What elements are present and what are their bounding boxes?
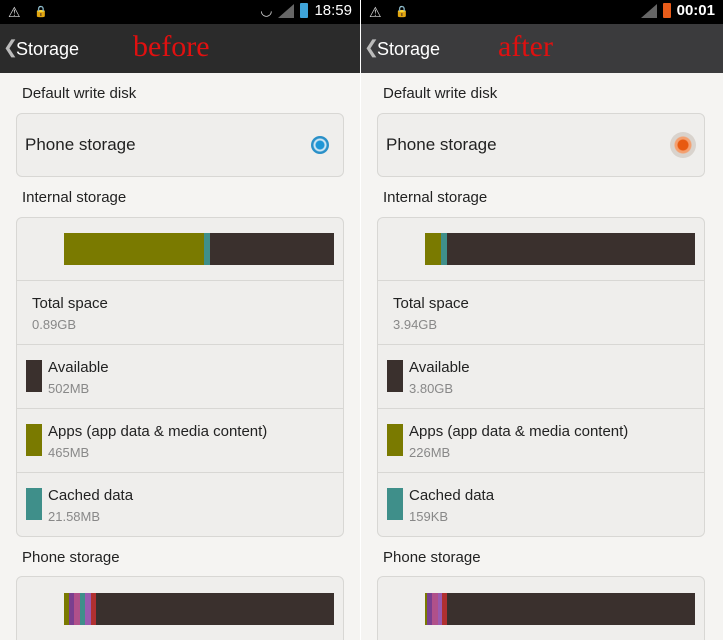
cached-row[interactable]: Cached data 21.58MB: [17, 473, 343, 536]
cached-swatch: [26, 488, 42, 520]
cached-row[interactable]: Cached data 159KB: [378, 473, 704, 536]
phone-storage-option[interactable]: Phone storage: [16, 113, 344, 177]
apps-label: Apps (app data & media content): [48, 423, 268, 440]
before-screen: ⚠ 🔒 ◡ 18:59 ❮ Storage before Default wri…: [0, 0, 360, 640]
status-bar: ⚠ 🔒 00:01: [361, 0, 723, 24]
available-swatch: [387, 360, 403, 392]
apps-swatch: [387, 424, 403, 456]
signal-icon: [640, 3, 657, 18]
page-title[interactable]: Storage: [16, 39, 79, 60]
radio-selected-icon[interactable]: [670, 132, 696, 158]
cached-value: 159KB: [409, 509, 449, 524]
apps-row[interactable]: Apps (app data & media content) 226MB: [378, 409, 704, 473]
available-label: Available: [409, 359, 470, 376]
usage-bar-row: [17, 218, 343, 281]
status-clock: 18:59: [314, 2, 352, 19]
after-screen: ⚠ 🔒 00:01 ❮ Storage after Default write …: [361, 0, 723, 640]
available-row[interactable]: Available 3.80GB: [378, 345, 704, 409]
section-header-phone-storage: Phone storage: [383, 549, 481, 566]
apps-label: Apps (app data & media content): [409, 423, 629, 440]
status-clock: 00:01: [676, 2, 715, 19]
action-bar: ❮ Storage before: [0, 24, 360, 73]
total-space-row[interactable]: Total space 0.89GB: [17, 281, 343, 345]
usage-bar-row: [378, 218, 704, 281]
usage-bar: [425, 233, 695, 265]
action-bar: ❮ Storage after: [361, 24, 723, 73]
warning-icon: ⚠: [8, 4, 21, 20]
radio-selected-icon[interactable]: [311, 136, 329, 154]
wifi-icon: ◡: [260, 2, 273, 18]
total-space-label: Total space: [32, 295, 108, 312]
total-space-row[interactable]: Total space 3.94GB: [378, 281, 704, 345]
available-segment: [446, 233, 695, 265]
lock-icon: 🔒: [395, 6, 409, 18]
section-header-default-write-disk: Default write disk: [383, 85, 498, 102]
cached-swatch: [387, 488, 403, 520]
phone-usage-bar: [64, 593, 334, 625]
usage-bar: [64, 233, 334, 265]
option-label: Phone storage: [25, 135, 136, 154]
available-row[interactable]: Available 502MB: [17, 345, 343, 409]
warning-icon: ⚠: [369, 4, 382, 20]
status-bar: ⚠ 🔒 ◡ 18:59: [0, 0, 360, 24]
battery-icon: [300, 3, 309, 18]
available-value: 502MB: [48, 381, 90, 396]
internal-storage-card: Total space 3.94GB Available 3.80GB Apps…: [377, 217, 705, 537]
cached-value: 21.58MB: [48, 509, 101, 524]
battery-icon: [662, 3, 671, 18]
comparison-tag: before: [133, 30, 210, 63]
lock-icon: 🔒: [34, 6, 48, 18]
available-label: Available: [48, 359, 109, 376]
apps-value: 226MB: [409, 445, 451, 460]
available-swatch: [26, 360, 42, 392]
total-space-label: Total space: [393, 295, 469, 312]
apps-segment: [64, 233, 205, 265]
phone-storage-card: [377, 576, 705, 640]
available-segment: [209, 233, 334, 265]
section-header-internal-storage: Internal storage: [383, 189, 488, 206]
section-header-internal-storage: Internal storage: [22, 189, 127, 206]
apps-segment: [425, 233, 442, 265]
total-space-value: 0.89GB: [32, 317, 77, 332]
phone-storage-option[interactable]: Phone storage: [377, 113, 705, 177]
total-space-value: 3.94GB: [393, 317, 438, 332]
section-header-phone-storage: Phone storage: [22, 549, 120, 566]
apps-swatch: [26, 424, 42, 456]
phone-seg-free: [447, 593, 695, 625]
apps-row[interactable]: Apps (app data & media content) 465MB: [17, 409, 343, 473]
signal-icon: [278, 3, 295, 18]
apps-value: 465MB: [48, 445, 90, 460]
phone-usage-bar: [425, 593, 695, 625]
available-value: 3.80GB: [409, 381, 454, 396]
cached-label: Cached data: [409, 487, 495, 504]
internal-storage-card: Total space 0.89GB Available 502MB Apps …: [16, 217, 344, 537]
phone-storage-card: [16, 576, 344, 640]
option-label: Phone storage: [386, 135, 497, 154]
cached-label: Cached data: [48, 487, 134, 504]
page-title[interactable]: Storage: [377, 39, 440, 60]
comparison-tag: after: [498, 30, 553, 63]
phone-seg-free: [96, 593, 334, 625]
section-header-default-write-disk: Default write disk: [22, 85, 137, 102]
